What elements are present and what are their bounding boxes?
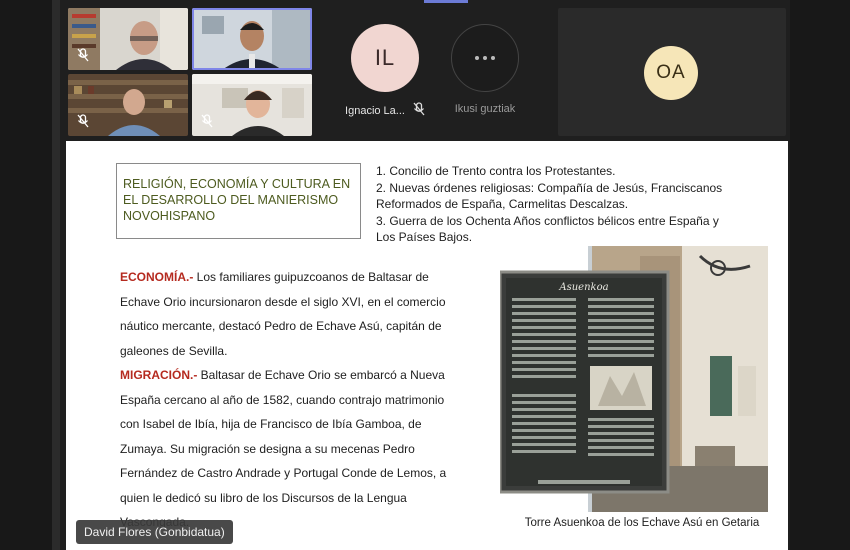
economia-line: Echave Orio incursionaron desde el siglo… <box>120 294 446 309</box>
list-item: 1. Concilio de Trento contra los Protest… <box>376 164 616 178</box>
slide-list: 1. Concilio de Trento contra los Protest… <box>376 163 776 246</box>
participant-video-2 <box>192 8 312 70</box>
avatar: OA <box>644 46 698 100</box>
body-line: ECONOMÍA.- Los familiares guipuzcoanos d… <box>120 265 460 290</box>
plaque-title: Asuenkoa <box>558 282 608 293</box>
mic-muted-icon <box>198 112 216 130</box>
avatar-initials: OA <box>656 62 686 83</box>
migracion-keyword: MIGRACIÓN.- <box>120 368 198 382</box>
economia-line: náutico mercante, destacó Pedro de Echav… <box>120 319 442 333</box>
participant-tile-4[interactable] <box>192 74 312 136</box>
participant-tile-2[interactable] <box>192 8 312 70</box>
avatar-initials: IL <box>374 45 396 70</box>
participant-tile-1[interactable] <box>68 8 188 70</box>
list-item: 3. Guerra de los Ochenta Años conflictos… <box>376 213 719 228</box>
migracion-line: con Isabel de Ibía, hija de Francisco de… <box>120 417 422 431</box>
list-item: Reformados de España, Carmelitas Descalz… <box>376 197 629 211</box>
view-all-label-row: Ikusi guztiak <box>455 103 516 115</box>
participant-tile-oa[interactable]: OA <box>558 8 786 136</box>
mic-muted-icon <box>74 46 92 64</box>
body-line: MIGRACIÓN.- Baltasar de Echave Orio se e… <box>120 363 460 388</box>
participant-name-row: Ignacio La... <box>345 102 425 119</box>
left-edge <box>0 0 60 550</box>
right-edge <box>790 0 850 550</box>
list-item: 2. Nuevas órdenes religiosas: Compañía d… <box>376 180 723 195</box>
speaker-name-tag: David Flores (Gonbidatua) <box>76 520 233 544</box>
left-strip <box>52 0 60 550</box>
photo-caption: Torre Asuenkoa de los Echave Asú en Geta… <box>524 517 760 529</box>
avatar: IL <box>351 24 419 92</box>
economia-keyword: ECONOMÍA.- <box>120 270 194 284</box>
migracion-line: Zumaya. Su migración se designa a su mec… <box>120 441 415 456</box>
list-item: Los Países Bajos. <box>376 230 473 244</box>
mic-muted-icon <box>74 112 92 130</box>
mic-muted-icon <box>413 102 425 119</box>
more-dots-icon <box>451 24 519 92</box>
view-all-label: Ikusi guztiak <box>454 103 516 115</box>
participant-tile-ignacio[interactable]: IL Ignacio La... <box>330 24 440 119</box>
migracion-line: Baltasar de Echave Orio se embarcó a Nue… <box>197 368 445 382</box>
tower-photo: Asuenkoa <box>500 246 768 512</box>
economia-line: galeones de Sevilla. <box>120 343 228 358</box>
participant-tile-3[interactable] <box>68 74 188 136</box>
migracion-line: quien le dedicó su libro de los Discurso… <box>120 490 407 505</box>
slide-title: RELIGIÓN, ECONOMÍA Y CULTURA EN EL DESAR… <box>116 163 361 239</box>
view-all-participants[interactable]: Ikusi guztiak <box>440 24 530 115</box>
slide-body: ECONOMÍA.- Los familiares guipuzcoanos d… <box>120 265 460 535</box>
migracion-line: Fernández de Castro Andrade y Portugal C… <box>120 466 447 480</box>
top-accent-bar <box>424 0 468 3</box>
participant-name: Ignacio La... <box>345 104 405 117</box>
migracion-line: España cercano al año de 1582, cuando co… <box>120 392 445 407</box>
shared-slide: RELIGIÓN, ECONOMÍA Y CULTURA EN EL DESAR… <box>66 141 788 550</box>
economia-line: Los familiares guipuzcoanos de Baltasar … <box>193 270 429 284</box>
